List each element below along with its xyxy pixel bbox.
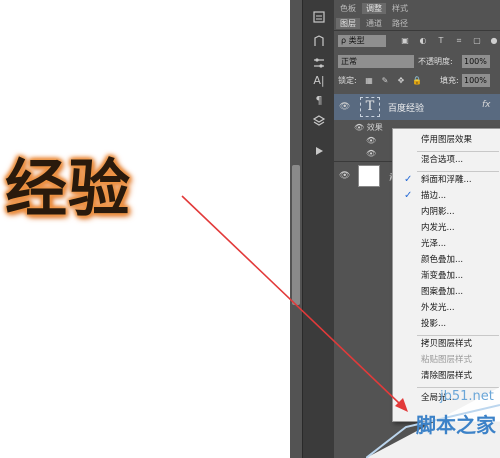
menu-item-inner-glow[interactable]: 内发光... <box>421 221 455 235</box>
lock-row: 锁定: ▦ ✎ ✥ 🔒 填充: 100% <box>334 73 500 89</box>
menu-item-clear-style[interactable]: 清除图层样式 <box>421 369 472 383</box>
type-filter-icon[interactable]: T <box>436 36 446 46</box>
menu-item-drop-shadow[interactable]: 投影... <box>421 317 446 331</box>
menu-item-copy-style[interactable]: 拷贝图层样式 <box>421 337 472 351</box>
properties-icon[interactable] <box>311 34 327 48</box>
visibility-eye-icon[interactable]: 👁 <box>366 149 376 158</box>
adjustment-filter-icon[interactable]: ◐ <box>418 36 428 46</box>
menu-item-paste-style[interactable]: 粘贴图层样式 <box>421 353 472 367</box>
lock-transparent-icon[interactable]: ▦ <box>364 76 374 86</box>
smartobject-filter-icon[interactable]: ▢ <box>472 36 482 46</box>
visibility-eye-icon[interactable]: 👁 <box>354 123 367 132</box>
panel-tabs-layers: 图层 通道 路径 <box>334 18 500 31</box>
document-canvas[interactable]: 经验 <box>0 0 290 458</box>
menu-separator <box>417 335 499 336</box>
pixel-filter-icon[interactable]: ▣ <box>400 36 410 46</box>
layer-row-text[interactable]: 👁 T 百度经验 fx <box>334 94 500 120</box>
fill-field[interactable]: 100% <box>462 74 490 87</box>
menu-item-bevel-emboss[interactable]: 斜面和浮雕... <box>421 173 472 187</box>
tab-swatches[interactable]: 色板 <box>336 3 360 14</box>
watermark-name: 脚本之家 <box>416 413 496 437</box>
fx-icon[interactable]: fx <box>482 100 491 110</box>
menu-item-disable-effects[interactable]: 停用图层效果 <box>421 133 472 147</box>
blend-mode-select[interactable]: 正常 <box>338 55 414 68</box>
fill-label: 填充: <box>440 76 459 85</box>
panel-dock: A| ¶ <box>302 0 335 458</box>
tab-layers[interactable]: 图层 <box>336 18 360 29</box>
tab-channels[interactable]: 通道 <box>362 18 386 29</box>
menu-item-gradient-overlay[interactable]: 渐变叠加... <box>421 269 463 283</box>
layer-name[interactable]: 百度经验 <box>388 101 424 114</box>
text-layer-thumbnail: T <box>360 97 380 117</box>
lock-image-icon[interactable]: ✎ <box>380 76 390 86</box>
menu-item-stroke[interactable]: 描边... <box>421 189 446 203</box>
menu-separator <box>417 171 499 172</box>
shape-filter-icon[interactable]: ⌗ <box>454 36 464 46</box>
menu-item-blending-options[interactable]: 混合选项... <box>421 153 463 167</box>
menu-item-outer-glow[interactable]: 外发光... <box>421 301 455 315</box>
opacity-field[interactable]: 100% <box>462 55 490 68</box>
visibility-eye-icon[interactable]: 👁 <box>339 103 350 112</box>
lock-position-icon[interactable]: ✥ <box>396 76 406 86</box>
layer-filter-row: ρ 类型 ▣ ◐ T ⌗ ▢ ● <box>334 34 500 50</box>
canvas-scrollbar[interactable] <box>290 0 302 458</box>
menu-separator <box>417 151 499 152</box>
check-icon: ✓ <box>404 174 413 185</box>
effects-label: 效果 <box>366 123 383 132</box>
history-icon[interactable] <box>311 10 327 24</box>
panel-tabs-top: 色板 调整 样式 <box>334 3 500 15</box>
scrollbar-thumb[interactable] <box>292 165 300 305</box>
layer-filter-select[interactable]: ρ 类型 <box>338 35 386 47</box>
tab-adjustments[interactable]: 调整 <box>362 3 386 14</box>
character-icon[interactable]: A| <box>311 74 327 88</box>
check-icon: ✓ <box>404 190 413 201</box>
paragraph-icon[interactable]: ¶ <box>311 94 327 108</box>
visibility-eye-icon[interactable]: 👁 <box>339 172 350 181</box>
background-thumbnail <box>358 165 380 187</box>
play-icon[interactable] <box>311 144 327 158</box>
blend-row: 正常 不透明度: 100% <box>334 54 500 70</box>
watermark-site: jb51.net <box>440 389 494 404</box>
canvas-text: 经验 <box>5 152 132 225</box>
menu-item-pattern-overlay[interactable]: 图案叠加... <box>421 285 463 299</box>
layer-style-context-menu: 停用图层效果 混合选项... ✓ 斜面和浮雕... ✓ 描边... 内阴影...… <box>392 128 500 422</box>
layers-icon[interactable] <box>311 114 327 128</box>
adjust-icon[interactable] <box>311 56 327 70</box>
lock-label: 锁定: <box>338 76 357 85</box>
lock-all-icon[interactable]: 🔒 <box>412 76 422 86</box>
opacity-label: 不透明度: <box>418 57 453 66</box>
tab-paths[interactable]: 路径 <box>388 18 412 29</box>
menu-item-color-overlay[interactable]: 颜色叠加... <box>421 253 463 267</box>
filter-toggle-icon[interactable]: ● <box>489 36 499 46</box>
tab-styles[interactable]: 样式 <box>388 3 412 14</box>
watermark: jb51.net 脚本之家 <box>366 387 500 458</box>
menu-item-satin[interactable]: 光泽... <box>421 237 446 251</box>
menu-item-inner-shadow[interactable]: 内阴影... <box>421 205 455 219</box>
visibility-eye-icon[interactable]: 👁 <box>366 136 376 145</box>
